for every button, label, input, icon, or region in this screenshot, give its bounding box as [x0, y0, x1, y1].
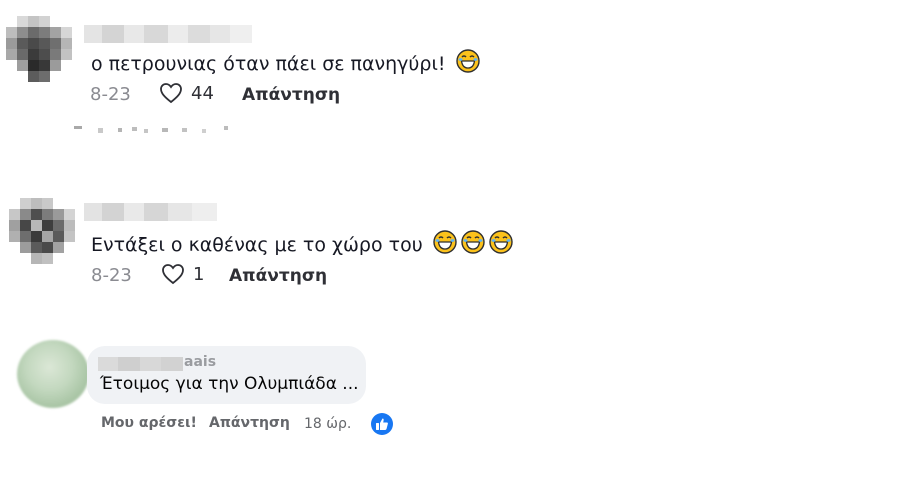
comment-time: 18 ώρ. — [304, 416, 352, 432]
comment-text: Εντάξει ο καθένας με το χώρο του — [91, 230, 513, 256]
avatar[interactable] — [6, 16, 72, 82]
like-count: 44 — [191, 82, 214, 104]
comment-date: 8-23 — [91, 265, 132, 286]
comment-body: ο πετρουνιας όταν πάει σε πανηγύρι! — [91, 53, 446, 75]
thumbs-up-icon — [376, 418, 388, 430]
comment-text: ο πετρουνιας όταν πάει σε πανηγύρι! — [91, 49, 480, 75]
comment-body: Εντάξει ο καθένας με το χώρο του — [91, 234, 423, 256]
like-button[interactable]: 1 — [161, 263, 204, 285]
username-redacted[interactable] — [84, 203, 217, 221]
comment-date: 8-23 — [90, 84, 131, 105]
comment-text: Έτοιμος για την Ολυμπιάδα ... — [100, 374, 359, 394]
laughing-tears-emoji-icon — [433, 230, 457, 254]
clipped-text-fragment — [74, 126, 228, 133]
reply-button[interactable]: Απάντηση — [229, 266, 327, 286]
thumbs-up-reaction-icon[interactable] — [371, 413, 393, 435]
laughing-tears-emoji-icon — [455, 49, 480, 73]
username-redacted[interactable] — [98, 357, 183, 371]
username-redacted[interactable] — [84, 25, 252, 43]
heart-outline-icon — [162, 264, 184, 285]
like-button[interactable]: 44 — [159, 82, 214, 104]
username-fragment: aais — [184, 354, 217, 370]
like-count: 1 — [193, 263, 205, 285]
heart-outline-icon — [160, 83, 182, 104]
reply-button[interactable]: Απάντηση — [242, 85, 340, 105]
avatar[interactable] — [17, 340, 89, 408]
laughing-tears-emoji-icon — [461, 230, 485, 254]
laughing-tears-emoji-icon — [489, 230, 513, 254]
reply-button[interactable]: Απάντηση — [209, 415, 290, 431]
avatar[interactable] — [9, 198, 75, 264]
like-button[interactable]: Μου αρέσει! — [101, 415, 197, 431]
